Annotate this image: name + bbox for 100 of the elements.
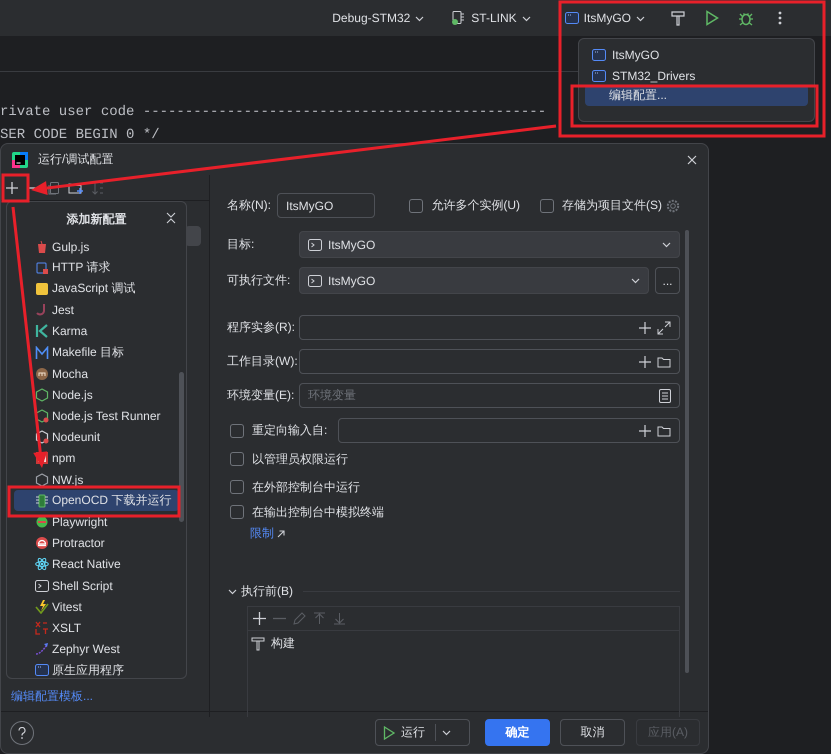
popup-item[interactable]: Vitest: [14, 596, 179, 618]
expand-icon[interactable]: [657, 320, 671, 334]
checkbox-label: 存储为项目文件(S): [562, 197, 662, 214]
run-button[interactable]: 运行: [375, 719, 470, 746]
dropdown-field[interactable]: ItsMyGO: [299, 267, 649, 294]
add-icon[interactable]: [253, 612, 266, 625]
checkbox[interactable]: [230, 424, 244, 438]
plus-icon[interactable]: [639, 356, 651, 368]
checkbox[interactable]: [230, 480, 244, 494]
chevron-down-icon: [415, 14, 424, 22]
zigzag-icon: [35, 346, 49, 360]
help-button[interactable]: [10, 720, 34, 744]
popup-title: 添加新配置: [66, 210, 126, 228]
popup-item[interactable]: OpenOCD 下载并运行: [14, 490, 179, 512]
external-link-icon: [277, 530, 285, 538]
field-label: 环境变量(E):: [227, 387, 293, 404]
hexagon-icon: [35, 430, 49, 444]
chevron-down-icon[interactable]: [228, 588, 237, 595]
checkbox[interactable]: [409, 198, 424, 212]
input-field[interactable]: [299, 349, 680, 374]
popup-item[interactable]: Nodeunit: [14, 426, 179, 448]
input-field[interactable]: [299, 315, 680, 340]
name-field[interactable]: ItsMyGO: [277, 193, 376, 218]
popup-item[interactable]: Gulp.js: [14, 236, 179, 258]
code-line: SER CODE BEGIN 0 */: [0, 126, 160, 145]
task-label[interactable]: 构建: [271, 635, 295, 652]
run-config-selector[interactable]: ItsMyGO: [558, 7, 651, 29]
new-folder-icon[interactable]: [68, 180, 84, 194]
gear-icon[interactable]: [666, 198, 680, 212]
plus-icon[interactable]: [639, 322, 651, 334]
chevron-down-icon: [631, 277, 640, 284]
checkbox[interactable]: [230, 452, 244, 466]
scrollbar[interactable]: [685, 230, 689, 673]
run-config-selector[interactable]: Debug-STM32: [326, 7, 430, 29]
folder-icon[interactable]: [657, 424, 671, 438]
terminal-icon: [35, 578, 49, 593]
add-icon[interactable]: [5, 180, 19, 194]
run-icon[interactable]: [705, 10, 719, 26]
folder-icon[interactable]: [657, 354, 671, 368]
field-label: 名称(N):: [227, 197, 271, 214]
menu-item[interactable]: ItsMyGO: [585, 44, 808, 65]
bug-icon[interactable]: [738, 10, 754, 26]
atom-icon: [35, 557, 49, 572]
dropdown-field[interactable]: ItsMyGO: [299, 231, 680, 258]
ok-button[interactable]: 确定: [485, 719, 550, 746]
hexagon-icon: [35, 409, 49, 424]
dialog-title: 运行/调试配置: [38, 151, 114, 168]
document-icon[interactable]: [659, 388, 671, 402]
menu-item[interactable]: STM32_Drivers: [585, 65, 808, 86]
popup-item[interactable]: Shell Script: [14, 575, 179, 596]
popup-item[interactable]: Jest: [14, 300, 179, 321]
scrollbar[interactable]: [179, 372, 184, 522]
close-icon[interactable]: [687, 154, 697, 164]
popup-item[interactable]: HTTP 请求: [14, 257, 179, 278]
popup-item[interactable]: 原生应用程序: [14, 660, 179, 678]
copy-icon[interactable]: [47, 180, 61, 194]
run-config-selector[interactable]: ST-LINK: [444, 6, 537, 30]
input-field[interactable]: [338, 418, 680, 443]
popup-item[interactable]: Mocha: [14, 363, 179, 384]
collapse-icon[interactable]: [166, 212, 176, 224]
popup-item[interactable]: Protractor: [14, 532, 179, 554]
square-icon: [35, 260, 49, 275]
grid-icon: [35, 620, 49, 635]
popup-item[interactable]: NW.js: [14, 469, 179, 490]
terminal-icon: [308, 238, 322, 252]
checkbox-label: 允许多个实例(U): [431, 197, 520, 214]
popup-item[interactable]: Karma: [14, 320, 179, 342]
code-line: rivate user code ------------------------------------------------: [0, 103, 546, 122]
edit-templates-link[interactable]: 编辑配置模板...: [1, 688, 209, 717]
popup-item[interactable]: Playwright: [14, 511, 179, 533]
browse-button[interactable]: ...: [655, 267, 680, 294]
section-title: 执行前(B): [241, 583, 293, 600]
chevron-icon: [35, 324, 49, 338]
checkbox-label: 在外部控制台中运行: [252, 478, 360, 496]
hammer-icon[interactable]: [670, 10, 686, 26]
circle-icon: [35, 515, 49, 530]
highlight-frame: [2, 174, 30, 202]
cup-icon: [35, 240, 49, 254]
limits-link[interactable]: 限制: [250, 525, 274, 542]
popup-item[interactable]: Node.js: [14, 384, 179, 406]
circle-icon: [35, 536, 49, 550]
popup-item[interactable]: React Native: [14, 554, 179, 575]
chevron-down-icon: [522, 14, 531, 22]
hammer-icon: [251, 636, 265, 650]
more-icon[interactable]: [778, 10, 782, 26]
run-icon: [383, 726, 395, 740]
checkbox[interactable]: [230, 505, 244, 519]
field-label: 目标:: [227, 236, 256, 253]
popup-item[interactable]: Zephyr West: [14, 638, 179, 660]
streak-icon: [35, 642, 49, 656]
checkbox[interactable]: [540, 198, 554, 212]
cancel-button[interactable]: 取消: [560, 719, 625, 746]
chevron-down-icon: [662, 241, 671, 248]
plus-icon[interactable]: [639, 424, 651, 436]
popup-item[interactable]: Makefile 目标: [14, 342, 179, 364]
popup-item[interactable]: Node.js Test Runner: [14, 406, 179, 427]
popup-item[interactable]: JavaScript 调试: [14, 278, 179, 300]
app-logo-icon: [12, 152, 28, 168]
sort-icon[interactable]: [91, 180, 105, 194]
popup-item[interactable]: XSLT: [14, 617, 179, 639]
